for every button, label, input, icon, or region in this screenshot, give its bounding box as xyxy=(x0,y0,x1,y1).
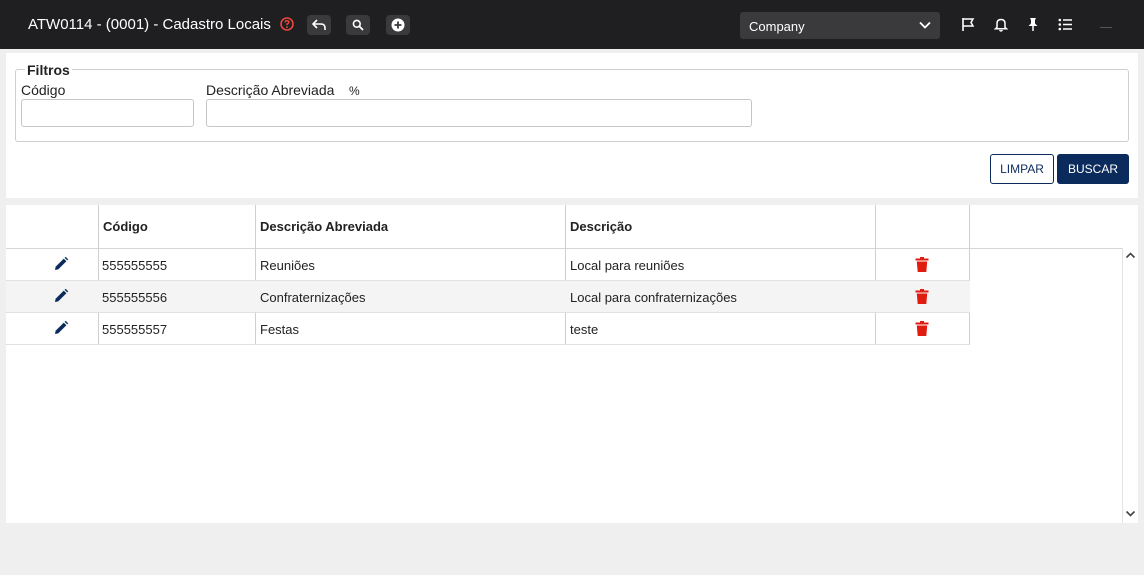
cell-descricao: Local para confraternizações xyxy=(570,290,737,305)
trash-icon[interactable] xyxy=(915,321,929,336)
clear-button[interactable]: LIMPAR xyxy=(990,154,1054,184)
cell-descricao: Local para reuniões xyxy=(570,258,685,273)
descricao-abreviada-input[interactable] xyxy=(206,99,752,127)
search-button[interactable] xyxy=(346,15,370,35)
cell-descricao-abreviada: Confraternizações xyxy=(260,290,366,305)
wildcard-hint: % xyxy=(349,84,360,98)
company-select-value: Company xyxy=(749,19,805,34)
cell-descricao: teste xyxy=(570,322,599,337)
vertical-scrollbar[interactable] xyxy=(1122,248,1138,523)
cell-codigo: 555555556 xyxy=(102,290,168,305)
trash-icon[interactable] xyxy=(915,257,929,272)
trash-icon[interactable] xyxy=(915,289,929,304)
grid-header: Código Descrição Abreviada Descrição xyxy=(6,205,1122,249)
cell-codigo: 555555557 xyxy=(102,322,168,337)
column-header-descricao-abreviada[interactable]: Descrição Abreviada xyxy=(255,205,565,248)
page-title: ATW0114 - (0001) - Cadastro Locais xyxy=(28,16,271,33)
chevron-down-icon xyxy=(919,21,931,29)
help-icon[interactable] xyxy=(280,17,294,31)
table-row[interactable]: 555555557 Festas teste xyxy=(6,313,970,345)
undo-button[interactable] xyxy=(307,15,331,35)
filters-legend: Filtros xyxy=(25,62,72,78)
chevron-down-icon[interactable] xyxy=(1125,509,1136,518)
minimize-button[interactable] xyxy=(1100,27,1112,28)
company-select[interactable]: Company xyxy=(740,12,940,39)
pencil-icon[interactable] xyxy=(53,288,69,304)
search-icon xyxy=(352,19,364,31)
notifications-button[interactable] xyxy=(993,16,1009,32)
undo-icon xyxy=(312,19,326,30)
table-row[interactable]: 555555555 Reuniões Local para reuniões xyxy=(6,249,970,281)
cell-descricao-abreviada: Festas xyxy=(260,322,300,337)
bell-icon xyxy=(994,18,1008,32)
descricao-abreviada-label: Descrição Abreviada xyxy=(206,82,335,98)
cell-descricao-abreviada: Reuniões xyxy=(260,258,315,273)
pin-icon xyxy=(1028,17,1038,31)
pin-button[interactable] xyxy=(1025,16,1041,32)
column-header-codigo[interactable]: Código xyxy=(98,205,255,248)
codigo-label: Código xyxy=(21,82,66,98)
list-button[interactable] xyxy=(1057,16,1073,32)
pencil-icon[interactable] xyxy=(53,256,69,272)
search-submit-button[interactable]: BUSCAR xyxy=(1057,154,1129,184)
table-row[interactable]: 555555556 Confraternizações Local para c… xyxy=(6,281,970,313)
chevron-up-icon[interactable] xyxy=(1125,251,1136,260)
results-grid: Código Descrição Abreviada Descrição 555… xyxy=(6,205,1138,523)
flag-button[interactable] xyxy=(960,16,976,32)
column-header-descricao[interactable]: Descrição xyxy=(565,205,875,248)
add-circle-icon xyxy=(391,18,405,32)
top-bar: ATW0114 - (0001) - Cadastro Locais Compa… xyxy=(0,0,1144,49)
filter-panel: Filtros Código Descrição Abreviada % LIM… xyxy=(6,53,1138,198)
pencil-icon[interactable] xyxy=(53,320,69,336)
cell-codigo: 555555555 xyxy=(102,258,168,273)
flag-icon xyxy=(962,17,975,31)
codigo-input[interactable] xyxy=(21,99,194,127)
list-icon xyxy=(1058,18,1072,30)
add-button[interactable] xyxy=(386,15,410,35)
